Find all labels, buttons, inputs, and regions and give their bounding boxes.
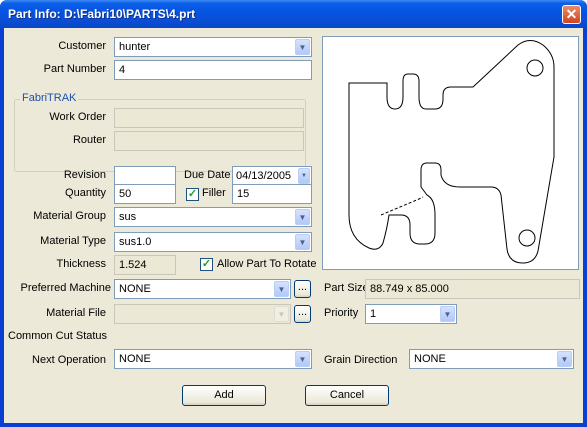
part-size-label: Part Size (324, 282, 369, 294)
part-preview (322, 36, 579, 270)
allow-rotate-label: Allow Part To Rotate (217, 258, 317, 270)
title-bar[interactable]: Part Info: D:\Fabri10\PARTS\4.prt ✕ (0, 0, 587, 28)
revision-label: Revision (63, 169, 106, 181)
router-label: Router (72, 134, 106, 146)
part-number-label: Part Number (43, 63, 106, 75)
priority-combo[interactable]: 1 ▼ (365, 304, 457, 324)
window-title: Part Info: D:\Fabri10\PARTS\4.prt (8, 7, 196, 21)
preferred-machine-label: Preferred Machine (20, 282, 112, 294)
part-size-field: 88.749 x 85.000 (365, 279, 580, 299)
due-date-value: 04/13/2005 (236, 170, 292, 182)
material-group-combo[interactable]: sus ▼ (114, 207, 312, 227)
part-info-dialog: Part Info: D:\Fabri10\PARTS\4.prt ✕ Cust… (0, 0, 587, 427)
next-operation-value: NONE (119, 353, 151, 365)
work-order-label: Work Order (49, 111, 106, 123)
cancel-button[interactable]: Cancel (305, 385, 389, 406)
due-date-label: Due Date (184, 169, 231, 181)
next-operation-label: Next Operation (32, 354, 106, 366)
material-file-combo[interactable]: ▼ (114, 304, 291, 324)
chevron-down-icon[interactable]: ▼ (274, 281, 289, 297)
chevron-down-icon[interactable]: ▼ (295, 234, 310, 250)
material-type-combo[interactable]: sus1.0 ▼ (114, 232, 312, 252)
chevron-down-icon[interactable]: ▼ (440, 306, 455, 322)
grain-direction-value: NONE (414, 353, 446, 365)
filler-checkbox[interactable]: ✓ (186, 188, 199, 201)
allow-rotate-checkbox[interactable]: ✓ (200, 258, 213, 271)
preferred-machine-browse-button[interactable]: ... (294, 280, 311, 298)
chevron-down-icon[interactable]: ▼ (557, 351, 572, 367)
material-group-label: Material Group (33, 210, 106, 222)
dialog-client-area: Customer hunter ▼ Part Number 4 FabriTRA… (4, 28, 583, 423)
quantity-label: Quantity (65, 187, 106, 199)
priority-label: Priority (324, 307, 359, 319)
next-operation-combo[interactable]: NONE ▼ (114, 349, 312, 369)
material-file-label: Material File (46, 307, 106, 319)
common-cut-status-label: Common Cut Status (8, 330, 108, 342)
material-file-browse-button[interactable]: ... (294, 305, 311, 323)
chevron-down-icon[interactable]: ▼ (295, 209, 310, 225)
work-order-field[interactable] (114, 108, 304, 128)
part-number-field[interactable]: 4 (114, 60, 312, 80)
chevron-down-icon[interactable]: ▼ (274, 306, 289, 322)
due-date-picker[interactable]: 04/13/2005 ▼ (232, 166, 312, 186)
customer-value: hunter (119, 41, 151, 53)
customer-combo[interactable]: hunter ▼ (114, 37, 312, 57)
part-outline-drawing (348, 40, 555, 264)
chevron-down-icon[interactable]: ▼ (298, 168, 310, 184)
material-group-value: sus (119, 211, 137, 223)
chevron-down-icon[interactable]: ▼ (295, 351, 310, 367)
filler-label: Filler (202, 187, 226, 199)
thickness-field[interactable]: 1.524 (114, 255, 176, 275)
thickness-label: Thickness (56, 258, 106, 270)
close-button[interactable]: ✕ (562, 5, 581, 24)
customer-label: Customer (58, 40, 106, 52)
grain-direction-combo[interactable]: NONE ▼ (409, 349, 574, 369)
material-type-value: sus1.0 (119, 236, 152, 248)
filler-field[interactable]: 15 (232, 184, 312, 204)
quantity-field[interactable]: 50 (114, 184, 176, 204)
preferred-machine-combo[interactable]: NONE ▼ (114, 279, 291, 299)
preferred-machine-value: NONE (119, 283, 151, 295)
add-button[interactable]: Add (182, 385, 266, 406)
chevron-down-icon[interactable]: ▼ (295, 39, 310, 55)
grain-direction-label: Grain Direction (324, 354, 398, 366)
priority-value: 1 (370, 308, 377, 320)
fabritrak-group-title: FabriTRAK (20, 92, 79, 104)
revision-field[interactable] (114, 166, 176, 186)
material-type-label: Material Type (40, 235, 106, 247)
router-field[interactable] (114, 131, 304, 151)
